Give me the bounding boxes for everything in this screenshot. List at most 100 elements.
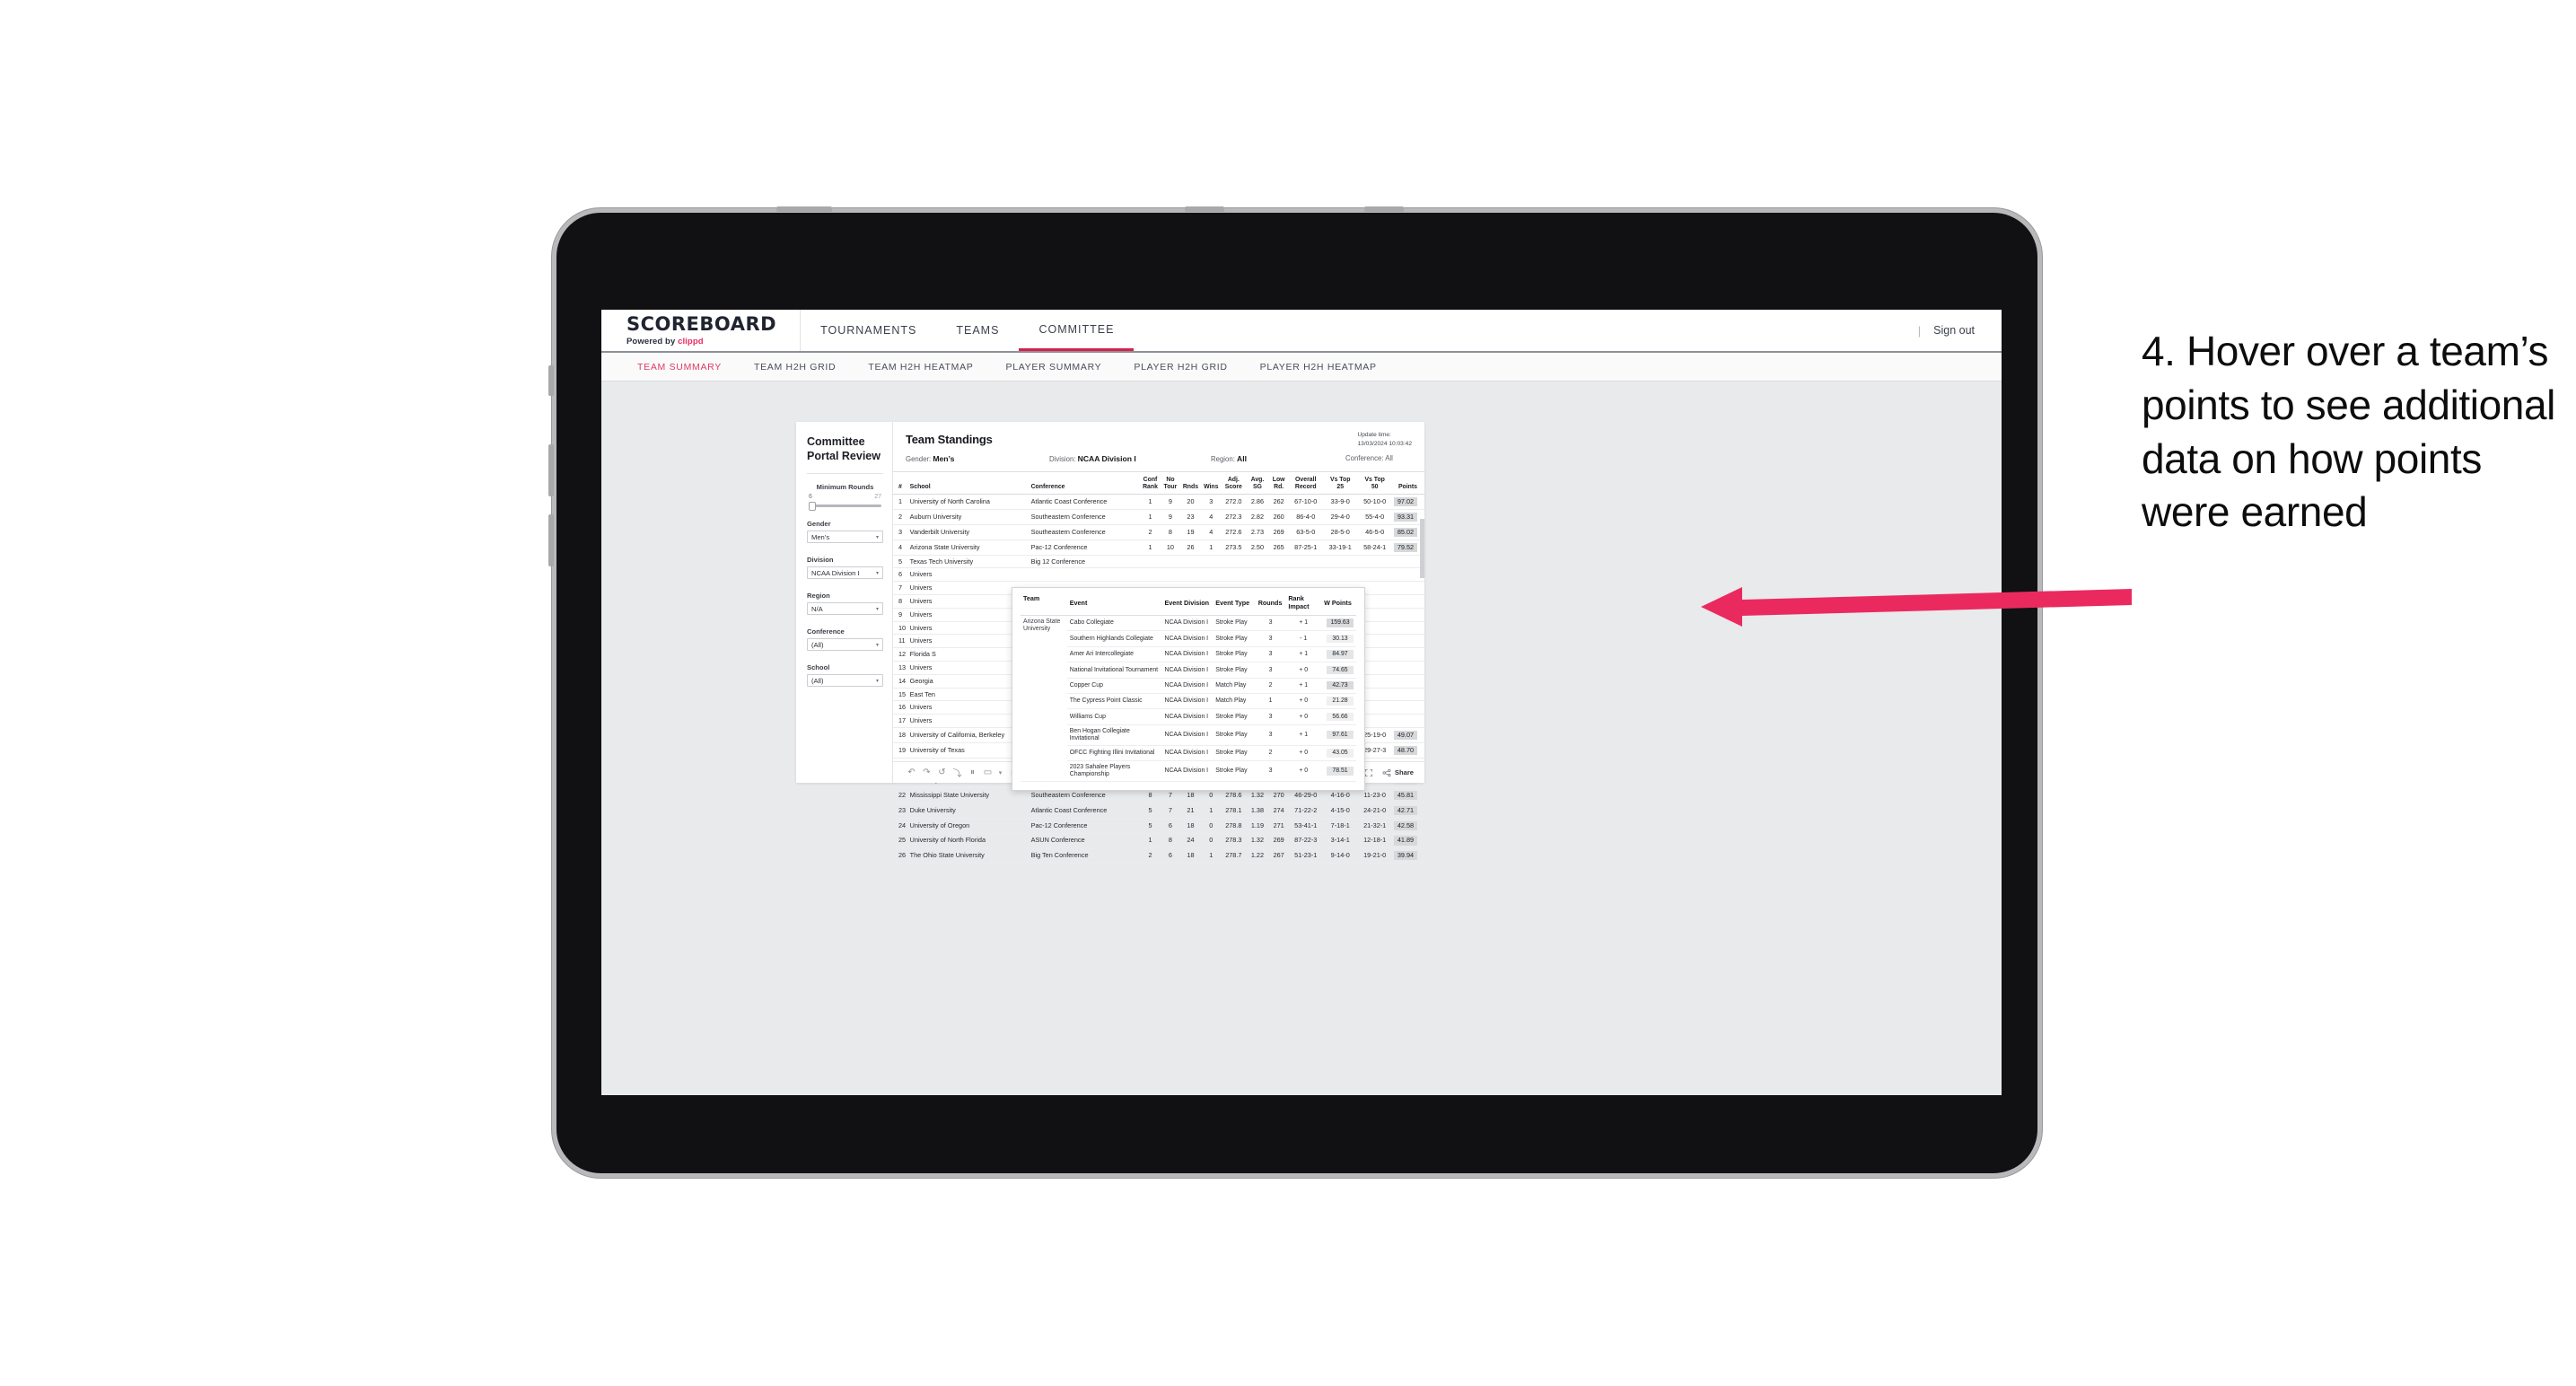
app-logo[interactable]: SCOREBOARD Powered by clippd: [601, 310, 802, 351]
cell-conf-rank: 1: [1140, 833, 1161, 849]
points-value[interactable]: 79.52: [1394, 542, 1417, 552]
points-value[interactable]: 85.02: [1394, 527, 1417, 537]
division-label: Division: [807, 556, 834, 565]
sub-tab-player-h2h-heatmap[interactable]: PLAYER H2H HEATMAP: [1244, 362, 1393, 373]
sub-tab-team-h2h-heatmap[interactable]: TEAM H2H HEATMAP: [852, 362, 989, 373]
device-layout-icon[interactable]: ▭: [980, 768, 995, 777]
points-value[interactable]: 48.70: [1394, 745, 1417, 755]
nav-tab-teams[interactable]: TEAMS: [936, 310, 1019, 351]
col-school[interactable]: School: [907, 472, 1030, 496]
col-conf-rank[interactable]: Conf Rank: [1140, 472, 1161, 496]
cell-points[interactable]: [1391, 674, 1424, 689]
device-caret-icon[interactable]: ▾: [995, 769, 1005, 776]
points-value[interactable]: 41.89: [1394, 836, 1417, 846]
tooltip-points-value: 78.51: [1327, 767, 1354, 776]
cell-vs-top-25: 4-15-0: [1322, 803, 1358, 819]
cell-points[interactable]: 42.58: [1391, 818, 1424, 834]
cell-vs-top-25: 33-9-0: [1322, 494, 1358, 511]
cell-points[interactable]: [1391, 700, 1424, 715]
region-select[interactable]: N/A ▾: [807, 602, 883, 616]
sign-out-link[interactable]: Sign out: [1933, 324, 1975, 337]
gender-select[interactable]: Men’s ▾: [807, 531, 883, 544]
col-wins[interactable]: Wins: [1200, 472, 1222, 496]
sub-tab-player-summary[interactable]: PLAYER SUMMARY: [990, 362, 1118, 373]
share-button[interactable]: Share: [1382, 768, 1414, 777]
col-low-rd[interactable]: Low Rd.: [1268, 472, 1289, 496]
refresh-data-icon[interactable]: ⤵: [950, 766, 965, 779]
cell-points[interactable]: [1391, 634, 1424, 649]
cell-low-rd: 262: [1268, 494, 1289, 511]
cell-no-tour: 9: [1160, 494, 1180, 511]
tooltip-cell-rounds: 3: [1255, 724, 1286, 746]
school-select[interactable]: (All) ▾: [807, 674, 883, 688]
cell-points[interactable]: 48.70: [1391, 742, 1424, 759]
cell-points[interactable]: [1391, 608, 1424, 622]
points-value[interactable]: 45.81: [1394, 791, 1417, 801]
table-row[interactable]: 5 Texas Tech University Big 12 Conference: [893, 555, 1424, 569]
panel-divider: [807, 473, 883, 475]
col-vs-top-50[interactable]: Vs Top 50: [1357, 472, 1392, 496]
nav-tab-tournaments[interactable]: TOURNAMENTS: [801, 310, 936, 351]
col-overall-record[interactable]: Overall Record: [1288, 472, 1323, 496]
table-row[interactable]: 24 University of Oregon Pac-12 Conference 5…: [893, 818, 1424, 834]
cell-points[interactable]: [1391, 647, 1424, 662]
cell-points[interactable]: [1391, 621, 1424, 636]
col-vs-top-25[interactable]: Vs Top 25: [1322, 472, 1358, 496]
table-row[interactable]: 3 Vanderbilt University Southeastern Confe…: [893, 524, 1424, 540]
sub-tab-team-summary[interactable]: TEAM SUMMARY: [621, 362, 738, 373]
undo-icon[interactable]: ↶: [904, 768, 919, 777]
col-conference[interactable]: Conference: [1029, 472, 1141, 496]
cell-points[interactable]: [1391, 714, 1424, 729]
col-rank[interactable]: #: [893, 472, 908, 496]
cell-points[interactable]: [1391, 581, 1424, 596]
cell-points[interactable]: 45.81: [1391, 787, 1424, 803]
table-row[interactable]: 26 The Ohio State University Big Ten Confe…: [893, 847, 1424, 864]
cell-points[interactable]: 41.89: [1391, 833, 1424, 849]
cell-vs-top-50: 12-18-1: [1357, 833, 1392, 849]
division-select[interactable]: NCAA Division I ▾: [807, 566, 883, 580]
points-value[interactable]: 97.02: [1394, 497, 1417, 507]
cell-points[interactable]: [1391, 661, 1424, 675]
fullscreen-button[interactable]: [1364, 768, 1373, 777]
tooltip-row: Southern Highlands Collegiate NCAA Divisi…: [1021, 630, 1356, 647]
points-value[interactable]: 39.94: [1394, 851, 1417, 861]
table-row[interactable]: 2 Auburn University Southeastern Conferenc…: [893, 509, 1424, 526]
col-rnds[interactable]: Rnds: [1179, 472, 1201, 496]
vertical-scrollbar[interactable]: [1420, 519, 1424, 578]
tooltip-cell-rounds: 3: [1255, 615, 1286, 632]
minimum-rounds-slider[interactable]: [809, 501, 881, 511]
points-value[interactable]: 93.31: [1394, 513, 1417, 522]
sub-tab-player-h2h-grid[interactable]: PLAYER H2H GRID: [1117, 362, 1243, 373]
pause-data-icon[interactable]: ⏸: [965, 768, 980, 777]
cell-points[interactable]: [1391, 594, 1424, 609]
table-row[interactable]: 1 University of North Carolina Atlantic Co…: [893, 494, 1424, 511]
summary-gender-value: Men’s: [933, 454, 955, 463]
table-row[interactable]: 25 University of North Florida ASUN Confer…: [893, 833, 1424, 849]
nav-tab-committee[interactable]: COMMITTEE: [1019, 310, 1135, 351]
cell-points[interactable]: 49.07: [1391, 727, 1424, 743]
col-avg-sg[interactable]: Avg. SG: [1246, 472, 1269, 496]
col-adj-score[interactable]: Adj. Score: [1221, 472, 1247, 496]
points-value[interactable]: 49.07: [1394, 730, 1417, 740]
logo-subtitle: Powered by clippd: [626, 337, 776, 346]
cell-points[interactable]: 39.94: [1391, 847, 1424, 864]
col-no-tour[interactable]: No Tour: [1160, 472, 1180, 496]
minimum-rounds-slider-handle[interactable]: [809, 501, 816, 511]
sub-tab-team-h2h-grid[interactable]: TEAM H2H GRID: [738, 362, 852, 373]
conference-select[interactable]: (All) ▾: [807, 638, 883, 652]
col-points[interactable]: Points: [1391, 472, 1424, 496]
table-row[interactable]: 23 Duke University Atlantic Coast Conferen…: [893, 803, 1424, 819]
cell-points[interactable]: 42.71: [1391, 803, 1424, 819]
redo-icon[interactable]: ↷: [919, 768, 934, 777]
points-value[interactable]: 42.71: [1394, 805, 1417, 815]
cell-points[interactable]: [1391, 688, 1424, 702]
table-row[interactable]: 6 Univers: [893, 567, 1424, 583]
points-value[interactable]: 42.58: [1394, 820, 1417, 830]
table-row[interactable]: 4 Arizona State University Pac-12 Conferen…: [893, 539, 1424, 556]
cell-overall-record: [1288, 567, 1323, 583]
cell-vs-top-50: 50-10-0: [1357, 494, 1392, 511]
cell-school: Texas Tech University: [907, 555, 1030, 569]
cell-points[interactable]: 97.02: [1391, 494, 1424, 511]
cell-rank: 15: [893, 688, 908, 702]
revert-icon[interactable]: ↺: [934, 768, 950, 777]
